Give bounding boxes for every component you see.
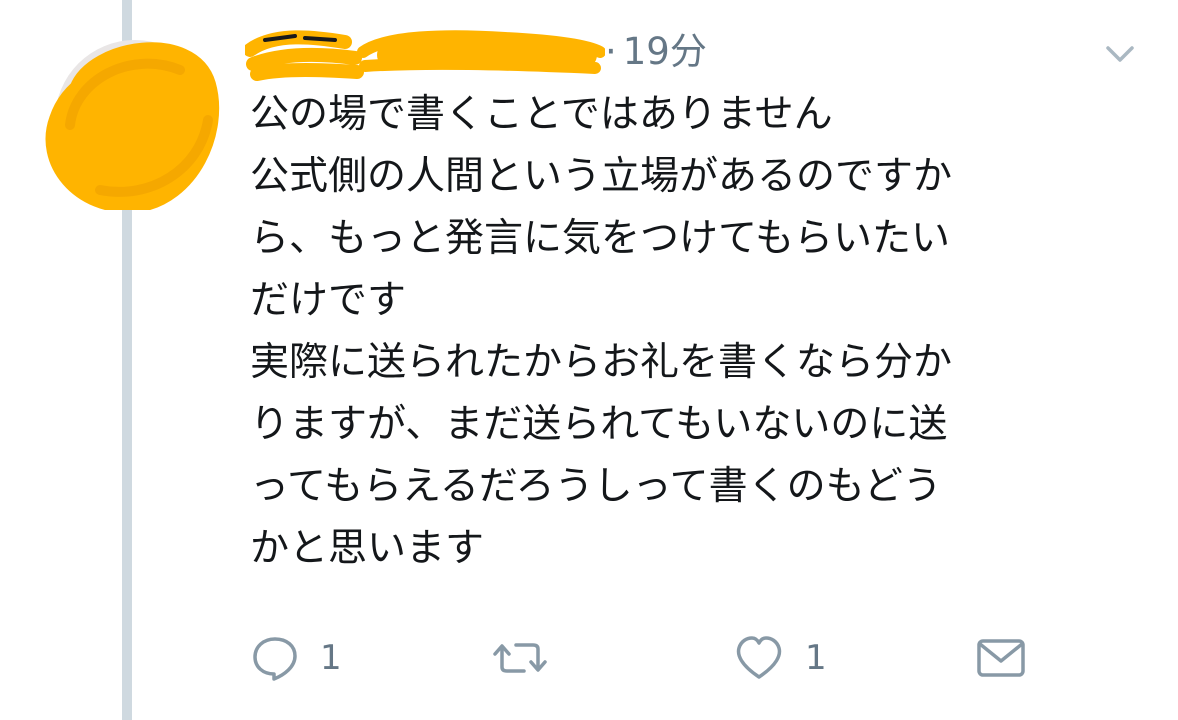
separator-dot: · (605, 30, 617, 73)
envelope-icon (977, 639, 1025, 677)
tweet-header: · 19分 (245, 22, 945, 82)
tweet-actions: 1 1 (0, 628, 1178, 688)
heart-icon (736, 636, 782, 679)
tweet-text: 公の場で書くことではありません 公式側の人間という立場があるのですか ら、もっと… (250, 84, 1150, 580)
like-count: 1 (805, 638, 827, 678)
reply-count: 1 (320, 638, 342, 678)
tweet-text-line: ってもらえるだろうしって書くのもどう (250, 464, 942, 509)
avatar-redaction-scribble (45, 40, 220, 210)
tweet-text-line: りますが、まだ送られてもいないのに送 (250, 402, 948, 447)
tweet-text-line: 公式側の人間という立場があるのですか (250, 154, 953, 199)
retweet-button[interactable] (490, 628, 550, 688)
tweet-view: · 19分 公の場で書くことではありません 公式側の人間という立場があるのですか … (0, 0, 1178, 720)
tweet-text-line: ら、もっと発言に気をつけてもらいたい (250, 216, 951, 261)
tweet-text-line: だけです (250, 278, 407, 323)
direct-message-button[interactable] (975, 628, 1027, 688)
tweet-text-line: かと思います (250, 526, 485, 571)
reply-button[interactable]: 1 (250, 628, 342, 688)
name-redaction-scribble (245, 30, 605, 81)
reply-bubble-icon (253, 637, 297, 681)
tweet-meta: · 19分 (605, 28, 707, 76)
retweet-icon (493, 643, 547, 673)
tweet-time[interactable]: 19分 (623, 30, 707, 73)
like-button[interactable]: 1 (733, 628, 827, 688)
avatar[interactable] (40, 30, 220, 210)
tweet-text-line: 実際に送られたからお礼を書くなら分か (250, 340, 953, 385)
tweet-text-line: 公の場で書くことではありません (250, 92, 833, 137)
chevron-down-icon[interactable] (1104, 42, 1136, 66)
